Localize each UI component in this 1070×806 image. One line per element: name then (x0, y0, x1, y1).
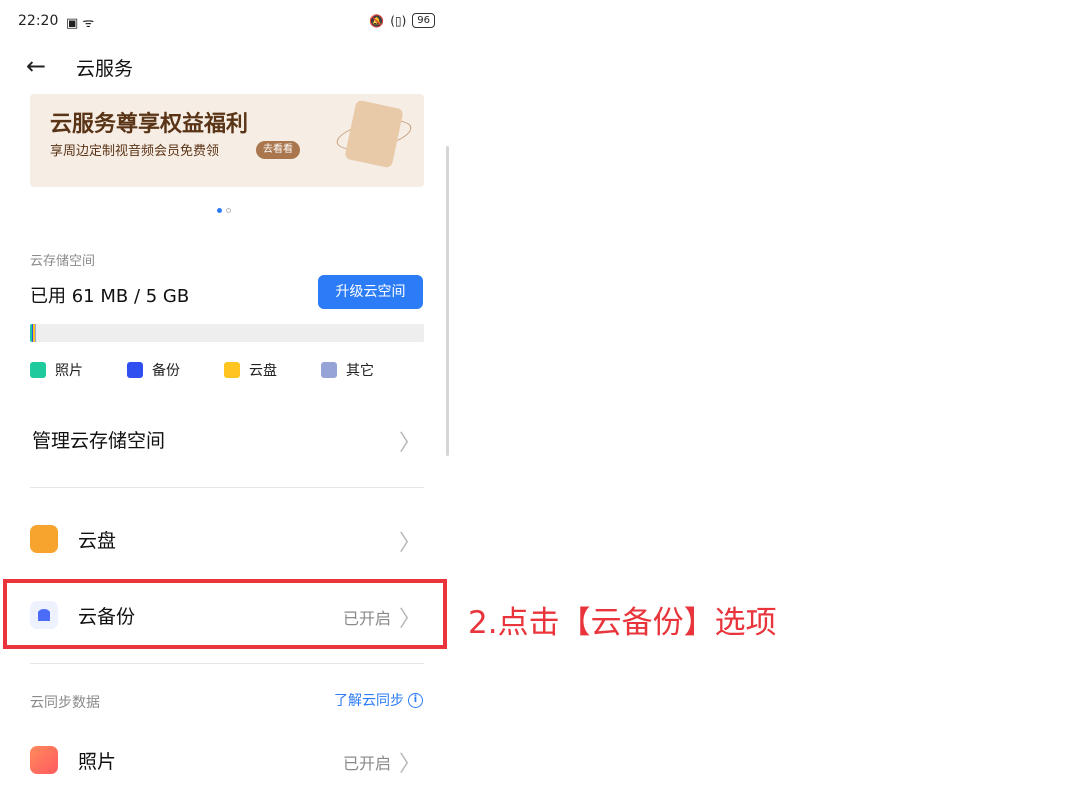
storage-usage-bar (30, 324, 424, 342)
legend-item: 备份 (127, 360, 180, 380)
cloud-drive-label: 云盘 (78, 530, 117, 552)
manage-storage-label: 管理云存储空间 (32, 430, 166, 452)
phone-screen: 22:20 ▣ ᯤ 🔕 (▯) 96 ← 云服务 云服务尊享权益福利 享周边定制… (0, 0, 453, 806)
chevron-right-icon: 〉 (398, 431, 421, 456)
page-dot (226, 208, 231, 213)
storage-segment (34, 324, 36, 342)
battery-icon: 96 (412, 13, 435, 28)
photos-sync-row[interactable]: 照片 已开启 〉 (0, 724, 453, 794)
legend-label: 其它 (346, 363, 374, 379)
legend-item: 其它 (321, 360, 374, 380)
cloud-backup-row[interactable]: 云备份 已开启 〉 (0, 579, 453, 649)
storage-legend: 照片 备份 云盘 其它 (30, 360, 418, 380)
content: 云服务尊享权益福利 享周边定制视音频会员免费领 去看看 云存储空间 已用 61 … (0, 90, 453, 806)
legend-label: 云盘 (249, 363, 277, 379)
cloud-backup-status: 已开启 (342, 609, 391, 628)
legend-swatch (224, 362, 240, 378)
back-arrow-icon[interactable]: ← (26, 52, 46, 80)
legend-item: 照片 (30, 360, 83, 380)
cloud-backup-label: 云备份 (78, 606, 136, 628)
cloud-backup-icon (30, 601, 58, 629)
info-icon: i (408, 692, 423, 708)
annotation-text: 2.点击【云备份】选项 (468, 605, 777, 641)
notification-icons: ▣ ᯤ (66, 16, 95, 31)
page-title: 云服务 (76, 58, 134, 80)
scrollbar[interactable] (446, 146, 449, 456)
banner-subtitle: 享周边定制视音频会员免费领 (50, 144, 220, 159)
nav-bar: ← 云服务 (0, 44, 453, 90)
gift-card-icon (344, 99, 404, 169)
photos-label: 照片 (78, 751, 117, 773)
manage-storage-row[interactable]: 管理云存储空间 〉 (0, 403, 453, 473)
storage-used-text: 已用 61 MB / 5 GB (30, 286, 190, 307)
vibrate-icon: 🔕 (369, 13, 385, 28)
legend-label: 照片 (55, 363, 83, 379)
legend-label: 备份 (152, 363, 180, 379)
legend-item: 云盘 (224, 360, 277, 380)
chevron-right-icon: 〉 (398, 752, 421, 777)
banner-title: 云服务尊享权益福利 (50, 112, 249, 137)
sync-section-label: 云同步数据 (30, 695, 100, 711)
page-dot-active (217, 208, 222, 213)
status-right: 🔕 (▯) 96 (369, 13, 435, 28)
cloud-drive-row[interactable]: 云盘 〉 (0, 503, 453, 573)
learn-sync-link[interactable]: 了解云同步 i (334, 690, 423, 710)
status-time: 22:20 (18, 13, 59, 29)
phone-vibrate-icon: (▯) (390, 13, 407, 28)
chevron-right-icon: 〉 (398, 531, 421, 556)
storage-section-label: 云存储空间 (30, 254, 96, 269)
legend-swatch (30, 362, 46, 378)
banner-button[interactable]: 去看看 (256, 141, 300, 159)
promo-banner[interactable]: 云服务尊享权益福利 享周边定制视音频会员免费领 去看看 (30, 94, 424, 187)
legend-swatch (321, 362, 337, 378)
chevron-right-icon: 〉 (398, 607, 421, 632)
photos-icon (30, 746, 58, 774)
divider (30, 663, 424, 664)
banner-pagination (217, 208, 231, 213)
status-bar: 22:20 ▣ ᯤ 🔕 (▯) 96 (0, 0, 453, 44)
legend-swatch (127, 362, 143, 378)
cloud-drive-icon (30, 525, 58, 553)
upgrade-storage-button[interactable]: 升级云空间 (318, 275, 423, 309)
photos-status: 已开启 (342, 754, 391, 773)
learn-sync-label: 了解云同步 (334, 693, 404, 709)
divider (30, 487, 424, 488)
